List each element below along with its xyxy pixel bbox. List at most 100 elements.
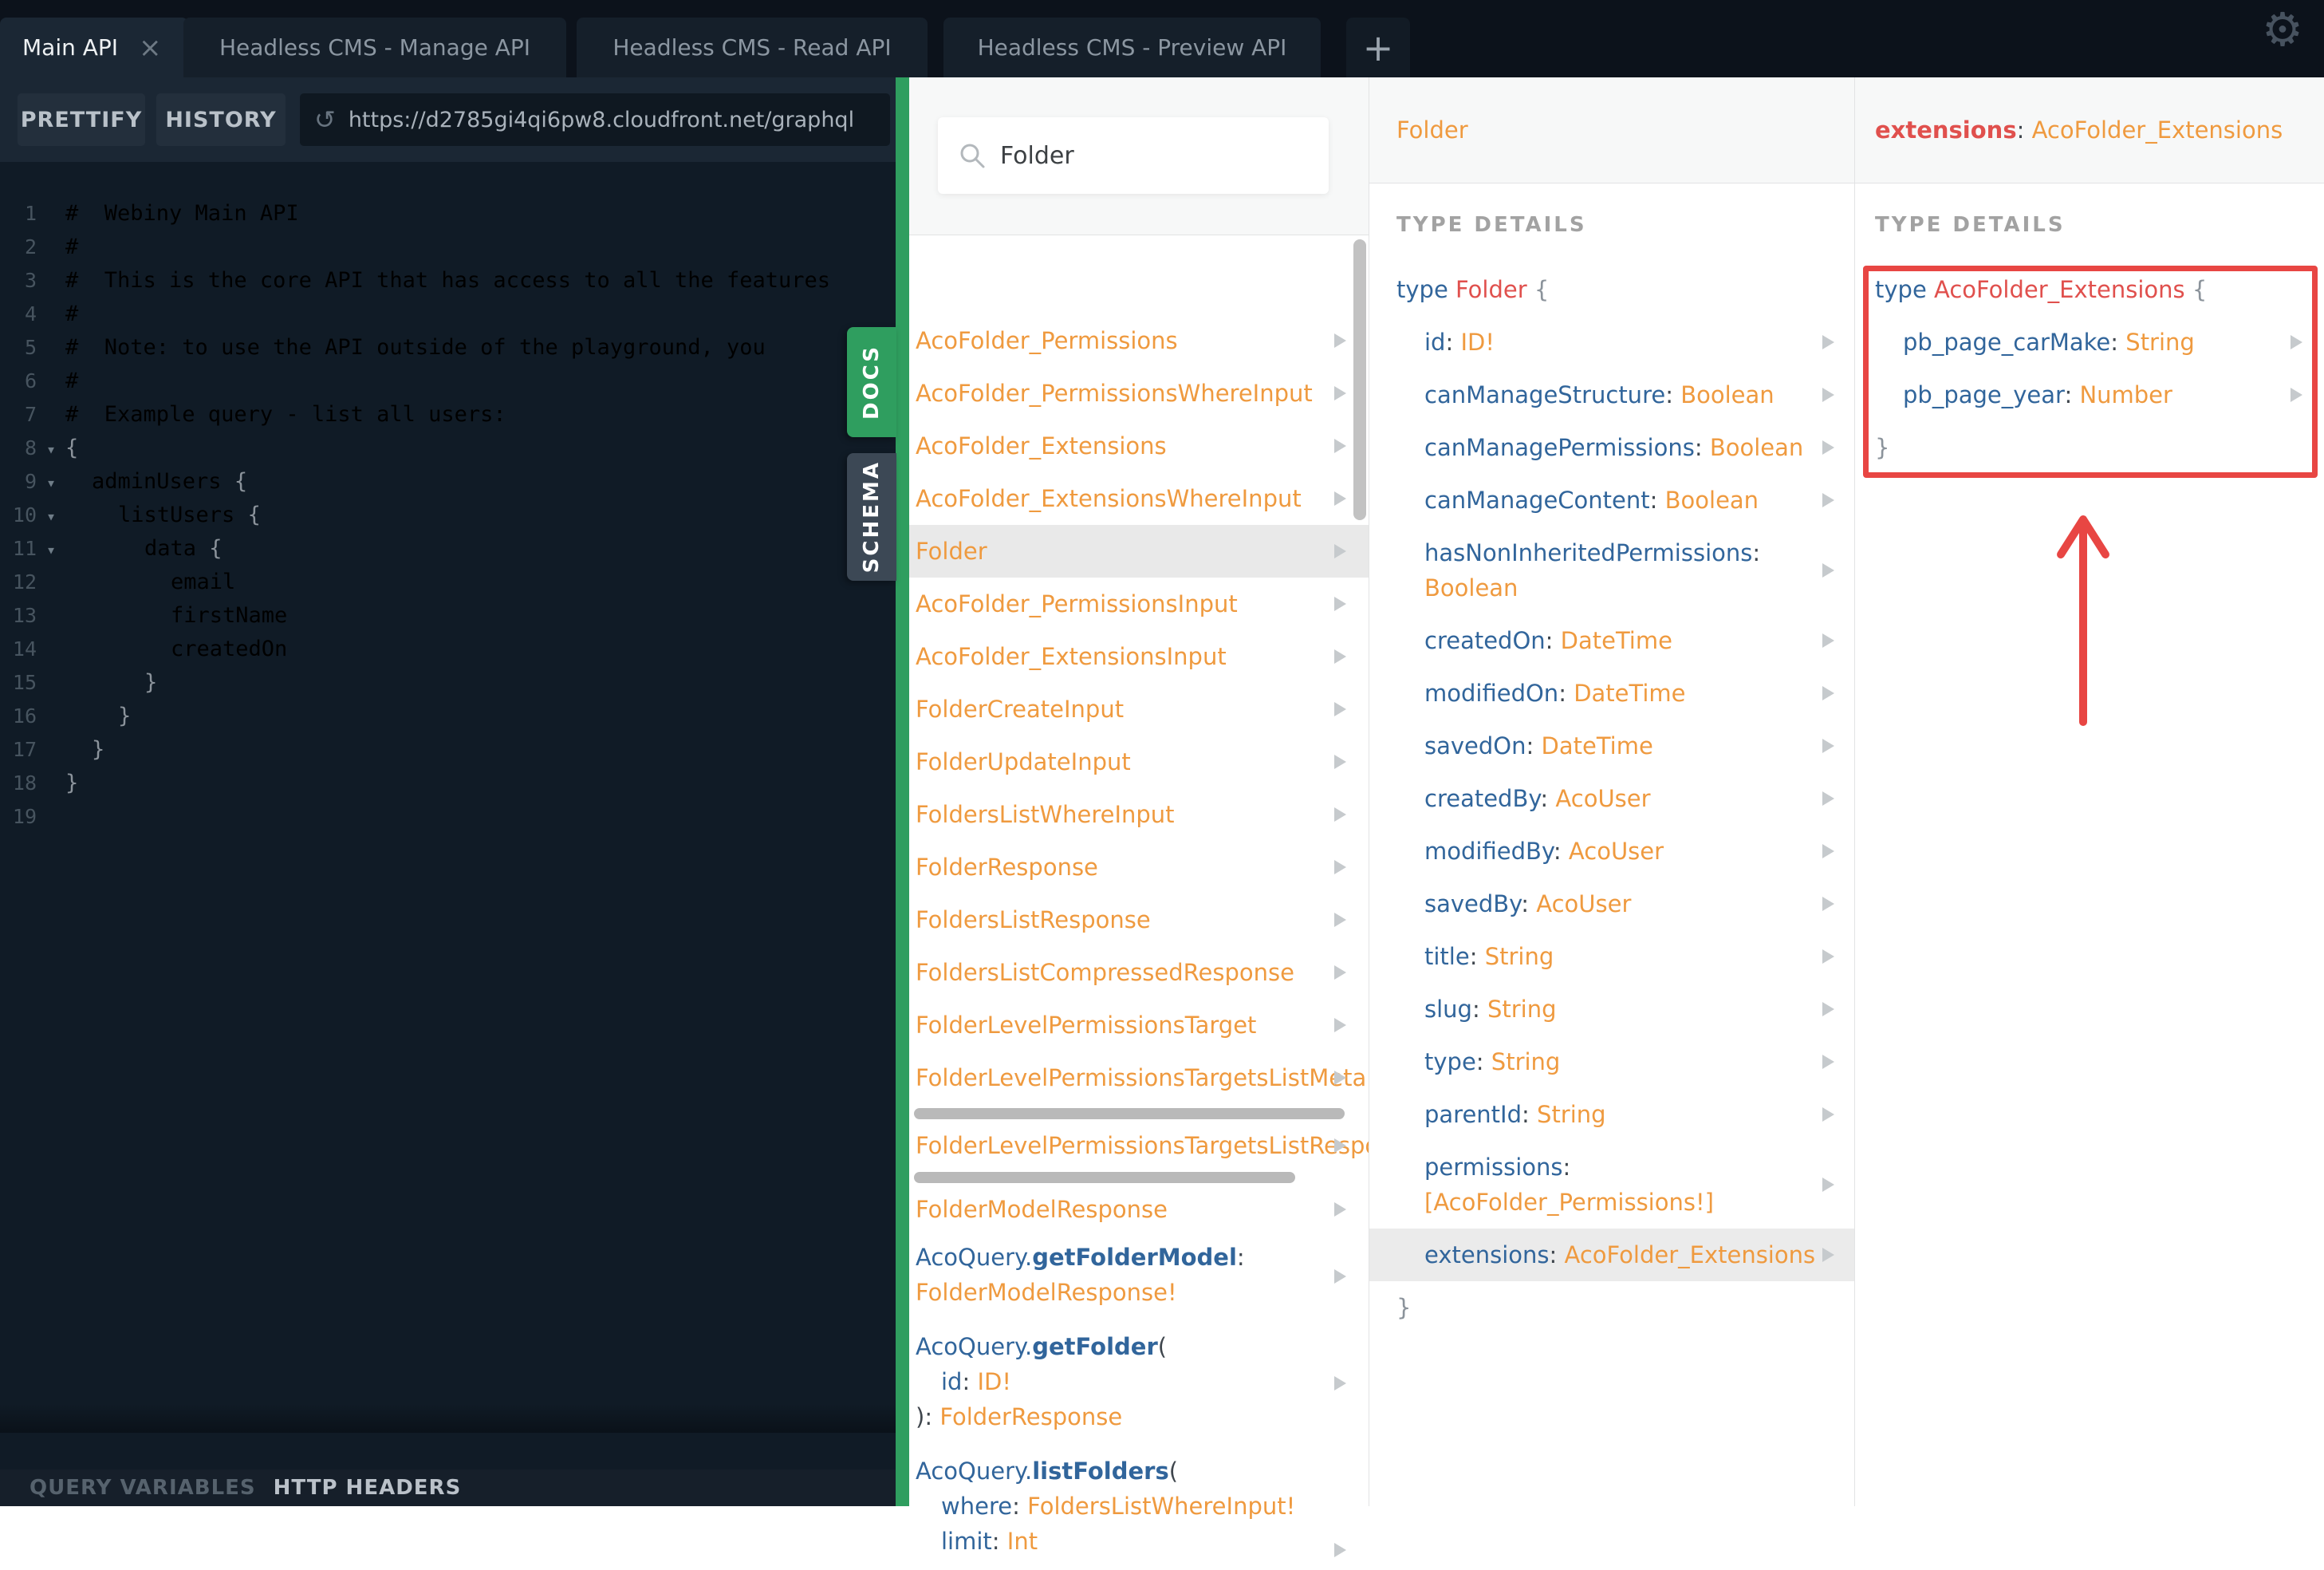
- line-number: 13: [12, 604, 37, 627]
- type-list-item[interactable]: FoldersListWhereInput: [909, 788, 1369, 841]
- type-list-item[interactable]: Folder: [909, 525, 1369, 578]
- code-line: 4 #: [0, 298, 896, 331]
- query-editor[interactable]: 1 # Webiny Main API 2 #3 # This is the core …: [0, 162, 896, 1469]
- type-field-row[interactable]: title: String: [1369, 930, 1855, 983]
- chevron-right-icon: [1334, 597, 1346, 611]
- chevron-right-icon: [1822, 897, 1834, 911]
- type-field-row[interactable]: savedOn: DateTime: [1369, 720, 1855, 772]
- type-details-label: TYPE DETAILS: [1875, 213, 2066, 237]
- reload-icon[interactable]: ↺: [314, 105, 336, 135]
- chevron-right-icon: [1822, 1055, 1834, 1069]
- code-line: 14 createdOn: [0, 633, 896, 666]
- api-tab-label: Main API: [22, 34, 119, 61]
- line-number: 5: [24, 336, 37, 359]
- chevron-right-icon: [1334, 702, 1346, 716]
- type-list-item[interactable]: FolderResponse: [909, 841, 1369, 893]
- type-field-row[interactable]: id: ID!: [1369, 316, 1855, 369]
- api-tab-3[interactable]: Headless CMS - Read API: [577, 18, 928, 77]
- history-button[interactable]: HISTORY: [156, 93, 286, 146]
- fold-arrow-icon[interactable]: ▾: [37, 466, 65, 499]
- type-field-row[interactable]: permissions: [AcoFolder_Permissions!]: [1369, 1141, 1855, 1229]
- close-icon[interactable]: ×: [139, 34, 162, 61]
- type-list-item[interactable]: FolderLevelPermissionsTarget: [909, 999, 1369, 1051]
- api-tab-label: Headless CMS - Manage API: [219, 34, 531, 61]
- line-number: 3: [24, 269, 37, 292]
- scrollbar-thumb[interactable]: [914, 1108, 1345, 1119]
- new-tab-button[interactable]: +: [1346, 18, 1410, 77]
- chevron-right-icon: [1822, 791, 1834, 806]
- prettify-button[interactable]: PRETTIFY: [18, 93, 145, 146]
- api-tab-1[interactable]: Main API ×: [0, 18, 188, 77]
- code-line: 18}: [0, 767, 896, 800]
- type-list: AcoFolder_Permissions AcoFolder_Permissio…: [909, 314, 1369, 1570]
- type-list-item[interactable]: AcoFolder_ExtensionsWhereInput: [909, 472, 1369, 525]
- type-list-vertical-scrollbar[interactable]: [1353, 239, 1366, 520]
- type-list-item[interactable]: AcoFolder_Extensions: [909, 420, 1369, 472]
- type-list-item[interactable]: FoldersListResponse: [909, 893, 1369, 946]
- type-field-row[interactable]: parentId: String: [1369, 1088, 1855, 1141]
- docs-search-input[interactable]: [999, 140, 1305, 171]
- type-list-item[interactable]: FolderCreateInput: [909, 683, 1369, 736]
- type-list-item[interactable]: FolderLevelPermissionsTargetsListRespo: [909, 1123, 1369, 1168]
- type-list-item[interactable]: AcoFolder_PermissionsInput: [909, 578, 1369, 630]
- code-line: 2 #: [0, 231, 896, 264]
- chevron-right-icon: [1822, 1178, 1834, 1192]
- type-list-item[interactable]: FolderLevelPermissionsTargetsListMeta: [909, 1051, 1369, 1104]
- type-field-row[interactable]: modifiedOn: DateTime: [1369, 667, 1855, 720]
- type-field-row[interactable]: hasNonInheritedPermissions: Boolean: [1369, 527, 1855, 614]
- type-field-row[interactable]: type: String: [1369, 1035, 1855, 1088]
- chevron-right-icon: [2291, 388, 2302, 402]
- fold-arrow-icon[interactable]: ▾: [37, 533, 65, 566]
- endpoint-url-input[interactable]: [346, 106, 861, 133]
- horizontal-scrollbar[interactable]: [909, 1104, 1369, 1123]
- docs-resize-handle[interactable]: [896, 77, 909, 1506]
- type-field-row[interactable]: canManageStructure: Boolean: [1369, 369, 1855, 421]
- code-line: 8 ▾{: [0, 432, 896, 465]
- chevron-right-icon: [1822, 1248, 1834, 1262]
- chevron-right-icon: [2291, 335, 2302, 349]
- query-list-item[interactable]: AcoQuery.getFolder(id: ID!): FolderRespo…: [909, 1321, 1369, 1446]
- docs-side-tab[interactable]: DOCS: [847, 327, 896, 437]
- type-field-row[interactable]: createdBy: AcoUser: [1369, 772, 1855, 825]
- type-field-row[interactable]: createdOn: DateTime: [1369, 614, 1855, 667]
- type-list-item[interactable]: FolderModelResponse: [909, 1187, 1369, 1232]
- chevron-right-icon: [1334, 439, 1346, 453]
- search-icon: [960, 144, 985, 168]
- chevron-right-icon: [1334, 1018, 1346, 1032]
- chevron-right-icon: [1334, 913, 1346, 927]
- line-number: 18: [12, 771, 37, 795]
- type-list-item[interactable]: FolderUpdateInput: [909, 736, 1369, 788]
- type-field-row[interactable]: slug: String: [1369, 983, 1855, 1035]
- type-field-row[interactable]: modifiedBy: AcoUser: [1369, 825, 1855, 878]
- type-declaration-row: }: [1875, 434, 1890, 461]
- schema-side-tab[interactable]: SCHEMA: [847, 453, 896, 581]
- fold-arrow-icon[interactable]: ▾: [37, 499, 65, 533]
- type-field-row[interactable]: canManagePermissions: Boolean: [1369, 421, 1855, 474]
- tab-http-headers[interactable]: HTTP HEADERS: [274, 1476, 462, 1500]
- tab-query-variables[interactable]: QUERY VARIABLES: [30, 1476, 256, 1500]
- chevron-right-icon: [1822, 949, 1834, 964]
- gear-icon[interactable]: ⚙: [2262, 6, 2303, 53]
- scrollbar-thumb[interactable]: [914, 1172, 1295, 1183]
- line-number: 6: [24, 369, 37, 392]
- fold-arrow-icon[interactable]: ▾: [37, 432, 65, 466]
- type-list-item[interactable]: AcoFolder_Permissions: [909, 314, 1369, 367]
- code-line: 16}: [0, 700, 896, 733]
- type-field-row[interactable]: savedBy: AcoUser: [1369, 878, 1855, 930]
- extensions-panel-header: extensions: AcoFolder_Extensions: [1855, 77, 2324, 183]
- type-list-item[interactable]: AcoFolder_PermissionsWhereInput: [909, 367, 1369, 420]
- chevron-right-icon: [1822, 388, 1834, 402]
- docs-type-list-column: AcoFolder_PermissionsAcoFolder_Permissio…: [909, 77, 1369, 1557]
- chevron-right-icon: [1822, 739, 1834, 753]
- query-list-item[interactable]: AcoQuery.listFolders(where: FoldersListW…: [909, 1446, 1369, 1570]
- horizontal-scrollbar[interactable]: [909, 1168, 1369, 1187]
- type-field-row[interactable]: pb_page_year: Number: [1855, 369, 2324, 421]
- type-field-row[interactable]: extensions: AcoFolder_Extensions: [1369, 1229, 1855, 1281]
- type-field-row[interactable]: pb_page_carMake: String: [1855, 316, 2324, 369]
- api-tab-2[interactable]: Headless CMS - Manage API: [183, 18, 566, 77]
- api-tab-4[interactable]: Headless CMS - Preview API: [943, 18, 1321, 77]
- type-list-item[interactable]: AcoFolder_ExtensionsInput: [909, 630, 1369, 683]
- type-field-row[interactable]: canManageContent: Boolean: [1369, 474, 1855, 527]
- query-list-item[interactable]: AcoQuery.getFolderModel: FolderModelRespo…: [909, 1232, 1369, 1321]
- type-list-item[interactable]: FoldersListCompressedResponse: [909, 946, 1369, 999]
